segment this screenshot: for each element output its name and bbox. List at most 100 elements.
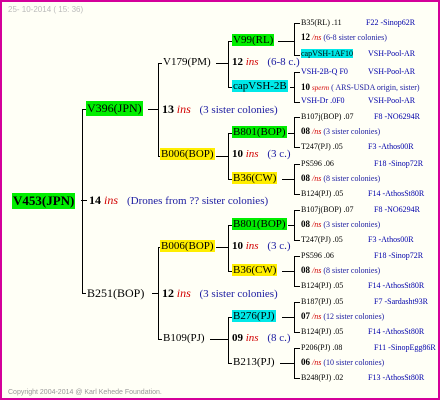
g4-top[interactable]: B107j(BOP) .07	[301, 112, 353, 121]
ins-label: ins	[245, 332, 259, 344]
g4-top-right: F8 -NO6294R	[374, 205, 421, 214]
ins-label: /ns	[312, 358, 322, 367]
sister-note: (8 sister colonies)	[323, 174, 381, 183]
g4-1-bottom[interactable]: capVSH-1AF10	[301, 49, 353, 58]
g4-2-bottom-right: VSH-Pool-AR	[368, 96, 416, 105]
g4-bottom[interactable]: B124(PJ) .05	[301, 327, 343, 336]
connector	[294, 194, 300, 195]
connector	[294, 378, 300, 379]
gen2-queen-tb[interactable]: B006(BOP)	[160, 148, 215, 160]
g4-top[interactable]: B187(PJ) .05	[301, 297, 343, 306]
connector	[294, 72, 295, 102]
g4-bottom-right: F3 -Athos00R	[368, 142, 414, 151]
connector	[228, 41, 229, 87]
connector	[158, 63, 159, 156]
connector	[294, 286, 300, 287]
sire-line-queen[interactable]: V396(JPN)	[86, 101, 143, 116]
g4-bottom-right: F3 -Athos00R	[368, 235, 414, 244]
g4-top-right: F18 -Sinop72R	[374, 159, 424, 168]
sister-note: (3 sister colonies)	[199, 104, 278, 116]
dam-line-queen[interactable]: B251(BOP)	[86, 286, 145, 301]
g4-2-info: 10 sperm ( ARS-USDA origin, sister)	[301, 82, 420, 92]
connector	[216, 156, 228, 157]
inseminations-count: 10	[232, 240, 243, 252]
inseminations-count: 12	[301, 32, 310, 42]
connector	[228, 225, 229, 271]
inseminations-count: 14	[89, 193, 101, 207]
g4-info: 08 /ns (3 sister colonies)	[301, 126, 380, 136]
gen3-queen-7[interactable]: B276(PJ)	[232, 310, 276, 322]
gen2-info-bt: 10 ins (3 c.)	[232, 240, 291, 252]
g4-bottom[interactable]: T247(PJ) .05	[301, 235, 343, 244]
g4-bottom[interactable]: T247(PJ) .05	[301, 142, 343, 151]
inseminations-count: 08	[301, 219, 310, 229]
sister-note: (3 sister colonies)	[199, 288, 278, 300]
inseminations-count: 08	[301, 173, 310, 183]
g4-top[interactable]: PS596 .06	[301, 159, 334, 168]
inseminations-count: 10	[232, 148, 243, 160]
connector	[82, 109, 83, 293]
gen2-queen-tt[interactable]: V179(PM)	[162, 56, 212, 68]
connector	[228, 317, 229, 363]
ins-label: /ns	[312, 220, 322, 229]
connector	[294, 348, 300, 349]
g4-1-top-right: F22 -Sinop62R	[366, 18, 416, 27]
g4-bottom[interactable]: B248(PJ) .02	[301, 373, 343, 382]
g4-top-right: F8 -NO6294R	[374, 112, 421, 121]
sister-note: (6-8 sister colonies)	[323, 33, 387, 42]
gen3-queen-2[interactable]: capVSH-2B	[232, 80, 288, 92]
inseminations-count: 10	[301, 82, 310, 92]
connector	[294, 117, 295, 147]
connector	[294, 23, 295, 55]
ins-label: /ns	[312, 174, 322, 183]
g4-info: 06 /ns (10 sister colonies)	[301, 357, 384, 367]
g4-top-right: F11 -SinopEgg86R	[374, 343, 436, 352]
connector	[294, 240, 300, 241]
gen3-queen-6[interactable]: B36(CW)	[232, 264, 278, 276]
gen2-queen-bb[interactable]: B109(PJ)	[162, 332, 206, 344]
g4-bottom-right: F14 -AthosSt80R	[368, 189, 425, 198]
connector	[294, 210, 295, 240]
connector	[294, 23, 300, 24]
g4-1-bottom-right: VSH-Pool-AR	[368, 49, 416, 58]
connector	[158, 247, 159, 339]
g4-1-top[interactable]: B35(RL) .11	[301, 18, 342, 27]
ins-label: ins	[245, 148, 259, 160]
date-header: 25- 10-2014 ( 15: 36)	[8, 5, 84, 14]
gen3-queen-8[interactable]: B213(PJ)	[232, 356, 276, 368]
ins-label: sperm	[312, 84, 330, 92]
g4-top[interactable]: B107j(BOP) .07	[301, 205, 353, 214]
gen3-queen-4[interactable]: B36(CW)	[232, 172, 278, 184]
connector	[216, 63, 228, 64]
drone-note: (Drones from ?? sister colonies)	[127, 195, 269, 207]
g4-2-bottom[interactable]: VSH-Dr .0F0	[301, 96, 345, 105]
ins-label: ins	[176, 286, 191, 300]
sister-note: (8 sister colonies)	[323, 266, 381, 275]
gen2-queen-bt[interactable]: B006(BOP)	[160, 240, 215, 252]
connector	[294, 302, 300, 303]
connector	[282, 179, 294, 180]
g4-bottom[interactable]: B124(PJ) .05	[301, 281, 343, 290]
gen3-queen-5[interactable]: B801(BOP)	[232, 218, 287, 230]
g4-bottom[interactable]: B124(PJ) .05	[301, 189, 343, 198]
inseminations-count: 12	[162, 286, 174, 300]
g4-info: 07 /ns (12 sister colonies)	[301, 311, 384, 321]
g4-top[interactable]: PS596 .06	[301, 251, 334, 260]
sister-note: (3 c.)	[267, 240, 291, 252]
ins-label: /ns	[312, 127, 322, 136]
sister-note: (3 sister colonies)	[323, 220, 381, 229]
g4-2-top[interactable]: VSH-2B-Q F0	[301, 67, 348, 76]
dam-line-info: 12 ins (3 sister colonies)	[162, 286, 278, 301]
gen3-queen-3[interactable]: B801(BOP)	[232, 126, 287, 138]
gen2-info-tb: 10 ins (3 c.)	[232, 148, 291, 160]
gen3-queen-1[interactable]: V99(RL)	[232, 34, 275, 46]
root-queen[interactable]: V453(JPN)	[12, 193, 76, 209]
gen2-info-tt: 12 ins (6-8 c.)	[232, 56, 300, 68]
sister-note: (8 c.)	[267, 332, 291, 344]
connector	[148, 109, 158, 110]
g4-top[interactable]: P206(PJ) .08	[301, 343, 342, 352]
ins-label: ins	[245, 240, 259, 252]
sister-note: (12 sister colonies)	[323, 312, 385, 321]
ins-label: ins	[104, 193, 119, 207]
connector	[282, 317, 294, 318]
